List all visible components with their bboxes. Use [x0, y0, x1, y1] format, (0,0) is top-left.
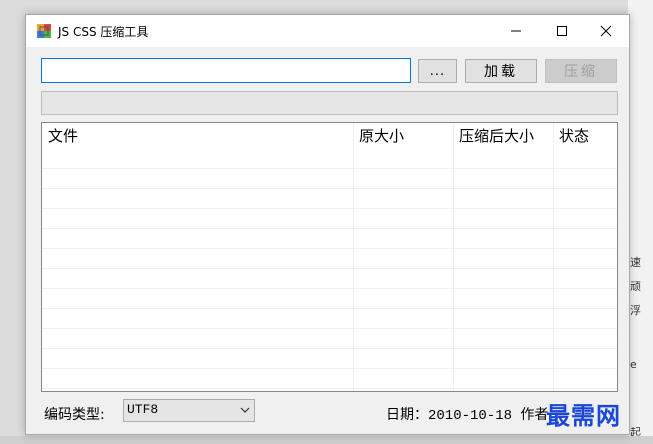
desktop-text: e [630, 358, 637, 371]
list-header: 文件 原大小 压缩后大小 状态 [42, 123, 617, 149]
column-header-compressed-size[interactable]: 压缩后大小 [453, 123, 553, 149]
maximize-button[interactable] [539, 15, 585, 47]
row-gridline [42, 208, 617, 209]
date-author-text: 日期：2010-10-18 作者 [386, 408, 549, 424]
desktop-background-bottom [0, 436, 653, 444]
file-list[interactable]: 文件 原大小 压缩后大小 状态 [41, 122, 618, 392]
encoding-value: UTF8 [127, 402, 159, 417]
column-divider [453, 123, 454, 391]
close-icon [600, 25, 612, 37]
row-gridline [42, 248, 617, 249]
maximize-icon [557, 26, 567, 36]
file-path-input[interactable] [41, 58, 411, 83]
chevron-down-icon [240, 407, 250, 413]
browse-button[interactable]: ... [418, 59, 457, 83]
encoding-label: 编码类型: [44, 407, 105, 423]
app-icon [37, 24, 51, 38]
desktop-background-right: 速 顽 浮 e 起 [628, 0, 653, 444]
close-button[interactable] [583, 15, 629, 47]
desktop-text: 浮 [630, 304, 641, 317]
window-title: JS CSS 压缩工具 [58, 25, 149, 39]
app-window: JS CSS 压缩工具 ... 加载 压缩 文件 原大小 压缩后大小 状态 编码… [25, 14, 630, 435]
row-gridline [42, 328, 617, 329]
progress-bar [41, 91, 618, 115]
desktop-text: 速 [630, 256, 641, 269]
row-gridline [42, 168, 617, 169]
minimize-button[interactable] [493, 15, 539, 47]
column-divider [353, 123, 354, 391]
row-gridline [42, 228, 617, 229]
column-header-original-size[interactable]: 原大小 [353, 123, 453, 149]
desktop-text: 顽 [630, 280, 641, 293]
row-gridline [42, 308, 617, 309]
watermark-logo: 最需网 [546, 402, 621, 430]
row-gridline [42, 268, 617, 269]
column-header-status[interactable]: 状态 [553, 123, 617, 149]
row-gridline [42, 188, 617, 189]
title-bar[interactable]: JS CSS 压缩工具 [26, 15, 629, 47]
column-divider [553, 123, 554, 391]
row-gridline [42, 288, 617, 289]
encoding-select[interactable]: UTF8 [123, 399, 255, 422]
row-gridline [42, 368, 617, 369]
load-button[interactable]: 加载 [465, 59, 537, 83]
column-header-file[interactable]: 文件 [42, 123, 353, 149]
compress-button[interactable]: 压缩 [545, 59, 617, 83]
row-gridline [42, 348, 617, 349]
minimize-icon [511, 30, 521, 32]
row-gridline [42, 388, 617, 389]
